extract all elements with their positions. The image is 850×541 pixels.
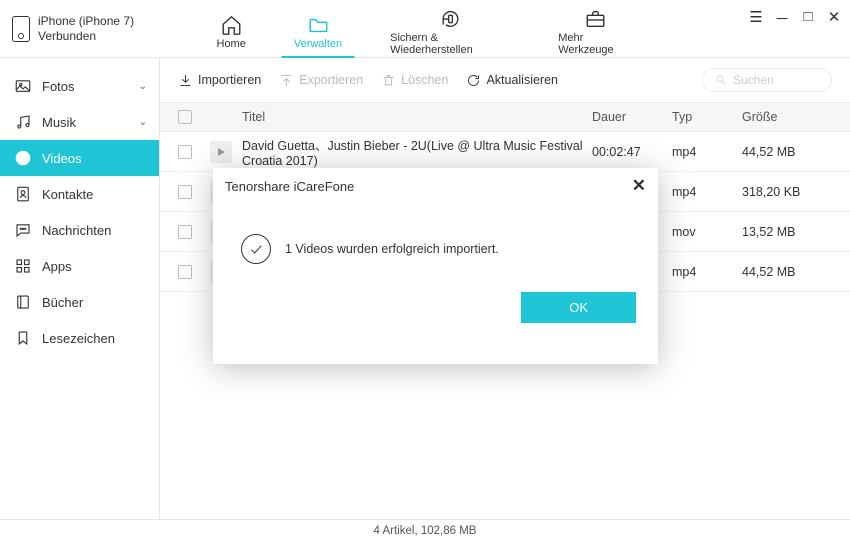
checkmark-icon — [241, 234, 271, 264]
modal-overlay: Tenorshare iCareFone ✕ 1 Videos wurden e… — [0, 0, 850, 541]
ok-button[interactable]: OK — [521, 292, 636, 323]
import-success-dialog: Tenorshare iCareFone ✕ 1 Videos wurden e… — [213, 168, 658, 364]
dialog-close-button[interactable]: ✕ — [632, 176, 646, 196]
dialog-message: 1 Videos wurden erfolgreich importiert. — [285, 242, 499, 256]
dialog-title: Tenorshare iCareFone — [225, 179, 354, 194]
